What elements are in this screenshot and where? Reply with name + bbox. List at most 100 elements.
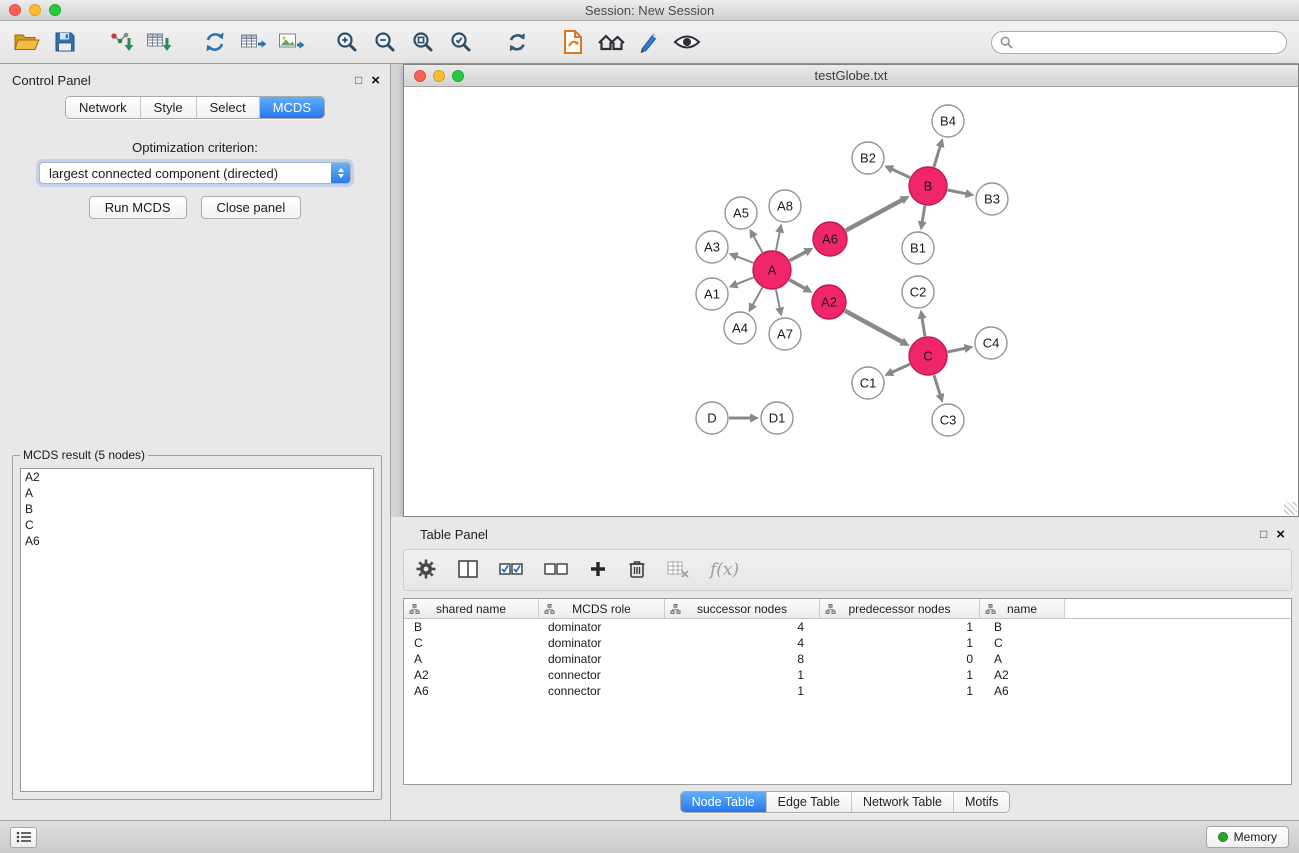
table-row[interactable]: Cdominator41C — [404, 635, 1291, 651]
show-hide-button[interactable] — [668, 24, 706, 60]
show-columns-button[interactable] — [458, 560, 478, 581]
graph-edge-A-A4[interactable] — [753, 288, 763, 306]
table-tab-edge-table[interactable]: Edge Table — [767, 792, 852, 812]
graph-node-D[interactable]: D — [696, 402, 728, 434]
graph-edge-C-C1[interactable] — [892, 364, 910, 372]
graph-node-B4[interactable]: B4 — [932, 105, 964, 137]
graph-node-A8[interactable]: A8 — [769, 190, 801, 222]
open-session-button[interactable] — [8, 24, 46, 60]
table-tab-motifs[interactable]: Motifs — [954, 792, 1009, 812]
graph-edge-A-A2[interactable] — [789, 280, 805, 289]
graph-node-A3[interactable]: A3 — [696, 231, 728, 263]
table-row[interactable]: Adominator80A — [404, 651, 1291, 667]
table-row[interactable]: A6connector11A6 — [404, 683, 1291, 699]
zoom-selected-button[interactable] — [442, 24, 480, 60]
graph-node-B[interactable]: B — [909, 167, 947, 205]
column-header-successor-nodes[interactable]: successor nodes — [665, 599, 820, 618]
open-network-file-button[interactable] — [554, 24, 592, 60]
apply-style-button[interactable] — [630, 24, 668, 60]
home-button[interactable] — [592, 24, 630, 60]
mcds-result-item[interactable]: B — [21, 501, 373, 517]
search-field[interactable] — [991, 31, 1287, 54]
graph-node-A5[interactable]: A5 — [725, 197, 757, 229]
add-column-button[interactable] — [589, 560, 607, 581]
graph-node-D1[interactable]: D1 — [761, 402, 793, 434]
column-header-predecessor-nodes[interactable]: predecessor nodes — [820, 599, 980, 618]
mcds-result-item[interactable]: C — [21, 517, 373, 533]
delete-column-button[interactable] — [628, 559, 646, 582]
graph-edge-C-C2[interactable] — [922, 318, 925, 337]
control-tab-select[interactable]: Select — [197, 97, 260, 118]
graph-node-B3[interactable]: B3 — [976, 183, 1008, 215]
graph-node-A7[interactable]: A7 — [769, 318, 801, 350]
delete-table-button[interactable] — [667, 560, 689, 581]
control-tab-network[interactable]: Network — [66, 97, 141, 118]
graph-node-B2[interactable]: B2 — [852, 142, 884, 174]
table-tab-node-table[interactable]: Node Table — [681, 792, 767, 812]
column-header-shared-name[interactable]: shared name — [404, 599, 539, 618]
graph-edge-A-A1[interactable] — [736, 277, 753, 284]
show-panels-button[interactable] — [10, 827, 37, 848]
function-builder-button[interactable]: f(x) — [710, 560, 739, 580]
graph-edge-B-B2[interactable] — [892, 169, 910, 178]
graph-edge-A-A7[interactable] — [776, 290, 780, 309]
select-all-button[interactable] — [499, 562, 523, 579]
close-panel-icon[interactable]: × — [371, 72, 380, 89]
mcds-result-item[interactable]: A2 — [21, 469, 373, 485]
column-header-mcds-role[interactable]: MCDS role — [539, 599, 665, 618]
export-image-button[interactable] — [272, 24, 310, 60]
control-tab-mcds[interactable]: MCDS — [260, 97, 324, 118]
network-maximize-button[interactable] — [452, 70, 464, 82]
graph-edge-A2-C[interactable] — [845, 311, 903, 342]
graph-edge-C-C3[interactable] — [934, 375, 940, 395]
close-panel-button[interactable]: Close panel — [201, 196, 302, 219]
deselect-all-button[interactable] — [544, 562, 568, 579]
graph-edge-B-B1[interactable] — [922, 206, 925, 223]
graph-node-C[interactable]: C — [909, 337, 947, 375]
column-header-name[interactable]: name — [980, 599, 1065, 618]
graph-edge-A-A6[interactable] — [790, 252, 807, 261]
table-row[interactable]: Bdominator41B — [404, 619, 1291, 635]
graph-edge-A-A8[interactable] — [776, 231, 780, 250]
fullscreen-window-button[interactable] — [49, 4, 61, 16]
close-window-button[interactable] — [9, 4, 21, 16]
network-minimize-button[interactable] — [433, 70, 445, 82]
mcds-result-list[interactable]: A2ABCA6 — [20, 468, 374, 792]
float-panel-icon[interactable]: □ — [355, 73, 362, 87]
network-graph[interactable]: B4B2BB3A8A5A6A3B1AC2A1A2A4A7C4CC1DD1C3 — [404, 87, 1298, 516]
import-table-button[interactable] — [140, 24, 178, 60]
criterion-dropdown[interactable]: largest connected component (directed) — [39, 162, 351, 184]
run-mcds-button[interactable]: Run MCDS — [89, 196, 187, 219]
graph-node-A4[interactable]: A4 — [724, 312, 756, 344]
graph-node-C2[interactable]: C2 — [902, 276, 934, 308]
memory-button[interactable]: Memory — [1206, 826, 1289, 848]
table-tab-network-table[interactable]: Network Table — [852, 792, 954, 812]
graph-edge-A6-B[interactable] — [846, 200, 903, 231]
graph-node-A1[interactable]: A1 — [696, 278, 728, 310]
resize-grip[interactable] — [1284, 502, 1297, 515]
search-input[interactable] — [1018, 35, 1278, 49]
export-table-button[interactable] — [234, 24, 272, 60]
graph-edge-B-B3[interactable] — [948, 190, 967, 194]
zoom-fit-button[interactable] — [404, 24, 442, 60]
graph-edge-B-B4[interactable] — [934, 146, 940, 167]
graph-node-C4[interactable]: C4 — [975, 327, 1007, 359]
network-canvas[interactable]: B4B2BB3A8A5A6A3B1AC2A1A2A4A7C4CC1DD1C3 — [404, 87, 1298, 516]
mcds-result-item[interactable]: A6 — [21, 533, 373, 549]
table-settings-button[interactable] — [415, 558, 437, 583]
refresh-view-button[interactable] — [498, 24, 536, 60]
save-session-button[interactable] — [46, 24, 84, 60]
mcds-result-item[interactable]: A — [21, 485, 373, 501]
table-row[interactable]: A2connector11A2 — [404, 667, 1291, 683]
graph-node-A6[interactable]: A6 — [813, 222, 847, 256]
zoom-in-button[interactable] — [328, 24, 366, 60]
graph-node-C3[interactable]: C3 — [932, 404, 964, 436]
export-network-button[interactable] — [196, 24, 234, 60]
graph-edge-A-A5[interactable] — [753, 236, 762, 253]
graph-node-A[interactable]: A — [753, 251, 791, 289]
network-close-button[interactable] — [414, 70, 426, 82]
graph-edge-A-A3[interactable] — [736, 256, 753, 263]
graph-node-A2[interactable]: A2 — [812, 285, 846, 319]
graph-node-C1[interactable]: C1 — [852, 367, 884, 399]
control-tab-style[interactable]: Style — [141, 97, 197, 118]
